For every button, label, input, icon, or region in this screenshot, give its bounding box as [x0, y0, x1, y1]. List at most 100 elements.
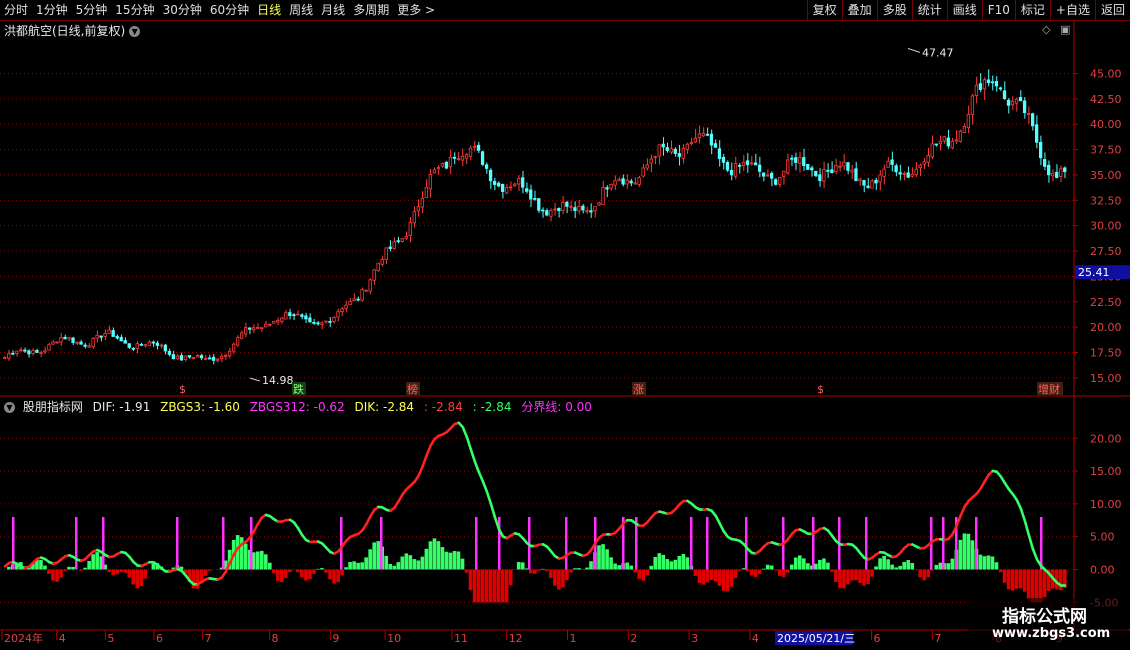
candle-up	[235, 337, 240, 346]
histogram-bar-green	[665, 559, 670, 570]
current-price-label: 25.41	[1078, 266, 1110, 279]
histogram-bar-red	[553, 569, 557, 586]
window-icon[interactable]: ▣	[1060, 23, 1070, 36]
indicator-name[interactable]: 股朋指标网	[23, 400, 83, 414]
candle-down	[288, 312, 292, 317]
chevron-down-icon[interactable]: ▼	[129, 26, 141, 37]
candle-down	[978, 83, 983, 90]
candle-up	[798, 156, 802, 164]
chevron-down-icon[interactable]: ▼	[4, 402, 15, 413]
candle-down	[790, 157, 794, 160]
histogram-bar-red	[532, 569, 537, 574]
histogram-bar-red	[119, 569, 124, 573]
candle-down	[163, 344, 168, 352]
candle-up	[264, 323, 268, 328]
candle-up	[103, 333, 107, 337]
candle-up	[400, 238, 404, 242]
candle-up	[914, 168, 918, 176]
candle-down	[661, 143, 665, 148]
candle-up	[669, 148, 673, 153]
candle-down	[757, 164, 762, 172]
histogram-bar-green	[818, 559, 822, 570]
indicator-axis-label: 10.00	[1090, 498, 1122, 511]
histogram-bar-red	[51, 569, 55, 581]
candle-up	[982, 79, 987, 90]
candle-up	[902, 173, 906, 175]
candle-down	[500, 183, 505, 192]
histogram-bar-red	[645, 569, 650, 576]
candle-down	[488, 169, 493, 182]
candle-up	[693, 137, 698, 143]
histogram-bar-green	[822, 558, 826, 570]
candle-down	[1002, 90, 1007, 99]
histogram-bar-green	[765, 564, 770, 570]
candle-down	[934, 143, 938, 146]
candle-down	[866, 185, 870, 188]
candle-down	[994, 80, 999, 87]
candle-down	[854, 168, 858, 182]
candle-up	[637, 177, 641, 185]
candle-up	[513, 183, 517, 186]
kline-chart[interactable]: 45.0042.5040.0037.5035.0032.5030.0027.50…	[0, 0, 1130, 650]
histogram-bar-red	[123, 569, 128, 573]
histogram-bar-red	[834, 569, 838, 582]
histogram-bar-green	[629, 565, 633, 570]
candle-up	[252, 327, 256, 331]
candle-up	[645, 164, 649, 169]
candle-down	[890, 159, 894, 165]
histogram-bar-green	[456, 551, 461, 570]
candle-down	[998, 87, 1003, 90]
histogram-bar-green	[898, 565, 902, 570]
time-axis-label: 7	[934, 632, 941, 645]
candle-up	[320, 322, 324, 325]
candle-up	[376, 262, 380, 272]
time-axis-label: 10	[387, 632, 401, 645]
candle-up	[834, 165, 838, 173]
candle-up	[424, 187, 428, 198]
stock-title[interactable]: 洪都航空(日线,前复权) ▼	[4, 22, 141, 39]
histogram-bar-red	[143, 569, 148, 579]
candle-down	[541, 209, 545, 212]
histogram-bar-red	[838, 569, 842, 589]
histogram-bar-green	[649, 565, 654, 570]
candle-up	[741, 161, 746, 167]
time-axis-label: 4	[59, 632, 66, 645]
candle-up	[416, 206, 420, 212]
low-price-label: 14.98	[262, 374, 294, 387]
histogram-bar-red	[472, 569, 477, 603]
candle-down	[894, 165, 898, 173]
histogram-bar-green	[982, 556, 987, 570]
diamond-icon[interactable]: ◇	[1042, 23, 1050, 36]
histogram-bar-green	[677, 555, 682, 570]
histogram-bar-green	[420, 556, 425, 570]
candle-up	[609, 183, 613, 189]
dik-value: DIK: -2.84	[354, 400, 415, 414]
candle-down	[810, 167, 814, 171]
candle-down	[709, 133, 714, 146]
histogram-bar-green	[440, 547, 445, 570]
candle-down	[769, 172, 774, 179]
histogram-bar-green	[408, 555, 413, 570]
candle-down	[725, 162, 730, 171]
histogram-bar-red	[701, 569, 706, 585]
candle-down	[906, 172, 910, 178]
histogram-bar-red	[276, 569, 280, 581]
candle-up	[384, 247, 388, 260]
candle-down	[316, 322, 320, 325]
candle-up	[577, 206, 581, 212]
histogram-bar-green	[368, 549, 372, 570]
candle-up	[782, 170, 786, 178]
histogram-bar-green	[789, 564, 794, 570]
time-axis-label: 9	[332, 632, 339, 645]
candle-down	[529, 189, 533, 200]
candle-up	[59, 337, 63, 343]
dif-line-segment	[1027, 533, 1035, 551]
histogram-bar-red	[468, 569, 473, 591]
candle-up	[324, 320, 328, 323]
dif-line-segment	[1023, 519, 1031, 537]
histogram-bar-green	[91, 554, 95, 570]
candle-down	[677, 153, 681, 157]
histogram-bar-green	[344, 567, 348, 570]
histogram-bar-green	[886, 559, 890, 570]
histogram-bar-red	[785, 569, 790, 573]
